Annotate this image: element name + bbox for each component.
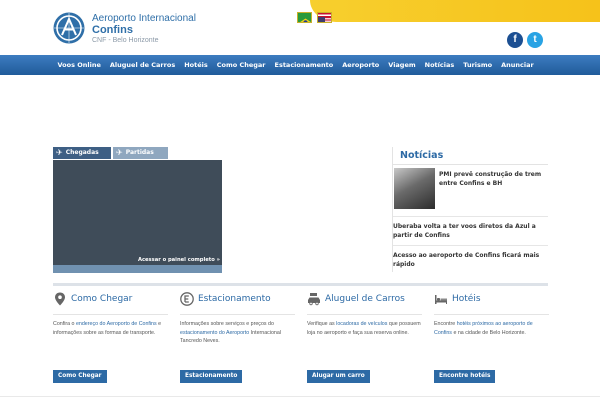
service-title[interactable]: Como Chegar bbox=[71, 294, 132, 304]
como-chegar-button[interactable]: Como Chegar bbox=[53, 370, 107, 383]
departure-plane-icon: ✈ bbox=[116, 148, 123, 157]
news-thumbnail[interactable] bbox=[394, 168, 435, 209]
news-item[interactable]: Acesso ao aeroporto de Confins ficará ma… bbox=[393, 251, 543, 269]
service-aluguel-de-carros: Aluguel de Carros Verifique as locadoras… bbox=[307, 290, 422, 390]
nav-item-estacionamento[interactable]: Estacionamento bbox=[270, 55, 338, 75]
brand-name[interactable]: Confins bbox=[92, 24, 133, 36]
nav-item-voos-online[interactable]: Voos Online bbox=[53, 55, 105, 75]
news-item[interactable]: PMI prevê construção de trem entre Confi… bbox=[439, 170, 544, 188]
news-separator bbox=[393, 245, 548, 246]
parking-icon bbox=[180, 292, 194, 306]
tab-chegadas[interactable]: ✈ Chegadas bbox=[53, 147, 111, 159]
brand-subtitle: CNF - Belo Horizonte bbox=[92, 37, 159, 44]
full-board-link[interactable]: Acessar o painel completo » bbox=[138, 257, 220, 263]
tab-label: Chegadas bbox=[65, 149, 99, 156]
brand-title[interactable]: Aeroporto Internacional bbox=[92, 13, 196, 24]
nav-item-viagem[interactable]: Viagem bbox=[384, 55, 420, 75]
site-header: Aeroporto Internacional Confins CNF - Be… bbox=[0, 0, 600, 53]
service-description: Informações sobre serviços e preços do e… bbox=[180, 320, 298, 346]
service-description: Verifique as locadoras de veículos que p… bbox=[307, 320, 425, 337]
desc-text: Encontre bbox=[434, 321, 457, 327]
header-accent-band bbox=[310, 0, 600, 22]
airport-logo-icon[interactable] bbox=[52, 11, 86, 45]
news-heading[interactable]: Notícias bbox=[400, 150, 443, 161]
brazil-flag-icon[interactable] bbox=[297, 12, 312, 23]
footer-rule bbox=[0, 396, 600, 397]
main-nav: Voos Online Aluguel de Carros Hotéis Com… bbox=[0, 55, 600, 75]
estacionamento-button[interactable]: Estacionamento bbox=[180, 370, 243, 383]
service-rule bbox=[434, 314, 549, 315]
parking-link[interactable]: estacionamento do Aeroporto bbox=[180, 330, 249, 336]
service-title[interactable]: Hotéis bbox=[452, 294, 481, 304]
alugar-carro-button[interactable]: Alugar um carro bbox=[307, 370, 370, 383]
nav-item-noticias[interactable]: Notícias bbox=[420, 55, 459, 75]
service-rule bbox=[307, 314, 422, 315]
desc-text: Informações sobre serviços e preços do bbox=[180, 321, 274, 327]
service-description: Encontre hotéis próximos ao aeroporto de… bbox=[434, 320, 552, 337]
panel-footer bbox=[53, 265, 222, 273]
news-item[interactable]: Uberaba volta a ter voos diretos da Azul… bbox=[393, 222, 543, 240]
tab-partidas[interactable]: ✈ Partidas bbox=[113, 147, 168, 159]
news-heading-rule bbox=[393, 164, 548, 165]
bed-icon bbox=[435, 295, 447, 304]
nav-item-anunciar[interactable]: Anunciar bbox=[497, 55, 539, 75]
arrival-plane-icon: ✈ bbox=[56, 148, 63, 157]
service-rule bbox=[180, 314, 295, 315]
usa-flag-icon[interactable] bbox=[317, 12, 332, 23]
car-icon bbox=[308, 293, 320, 306]
service-hoteis: Hotéis Encontre hotéis próximos ao aerop… bbox=[434, 290, 549, 390]
desc-text: Verifique as bbox=[307, 321, 337, 327]
encontre-hoteis-button[interactable]: Encontre hotéis bbox=[434, 370, 496, 383]
flight-board-panel: Acessar o painel completo » bbox=[53, 160, 222, 273]
service-title[interactable]: Estacionamento bbox=[198, 294, 271, 304]
flight-tabs: ✈ Chegadas ✈ Partidas bbox=[53, 147, 168, 159]
service-description: Confira o endereço do Aeroporto de Confi… bbox=[53, 320, 171, 337]
service-estacionamento: Estacionamento Informações sobre serviço… bbox=[180, 290, 295, 390]
desc-text: e na cidade de Belo Horizonte. bbox=[451, 329, 526, 336]
section-separator bbox=[53, 283, 548, 286]
location-pin-icon bbox=[55, 292, 65, 306]
tab-label: Partidas bbox=[125, 149, 154, 156]
news-separator bbox=[393, 216, 548, 217]
nav-item-aeroporto[interactable]: Aeroporto bbox=[338, 55, 384, 75]
nav-item-hoteis[interactable]: Hotéis bbox=[180, 55, 213, 75]
rental-link[interactable]: locadoras de veículos bbox=[336, 321, 387, 327]
twitter-icon[interactable]: t bbox=[527, 32, 543, 48]
facebook-icon[interactable]: f bbox=[507, 32, 523, 48]
nav-item-como-chegar[interactable]: Como Chegar bbox=[212, 55, 270, 75]
nav-item-aluguel-de-carros[interactable]: Aluguel de Carros bbox=[105, 55, 179, 75]
service-title[interactable]: Aluguel de Carros bbox=[325, 294, 405, 304]
service-como-chegar: Como Chegar Confira o endereço do Aeropo… bbox=[53, 290, 168, 390]
desc-text: Confira o bbox=[53, 321, 76, 327]
address-link[interactable]: endereço do Aeroporto de Confins bbox=[76, 321, 157, 327]
nav-item-turismo[interactable]: Turismo bbox=[459, 55, 497, 75]
service-rule bbox=[53, 314, 168, 315]
